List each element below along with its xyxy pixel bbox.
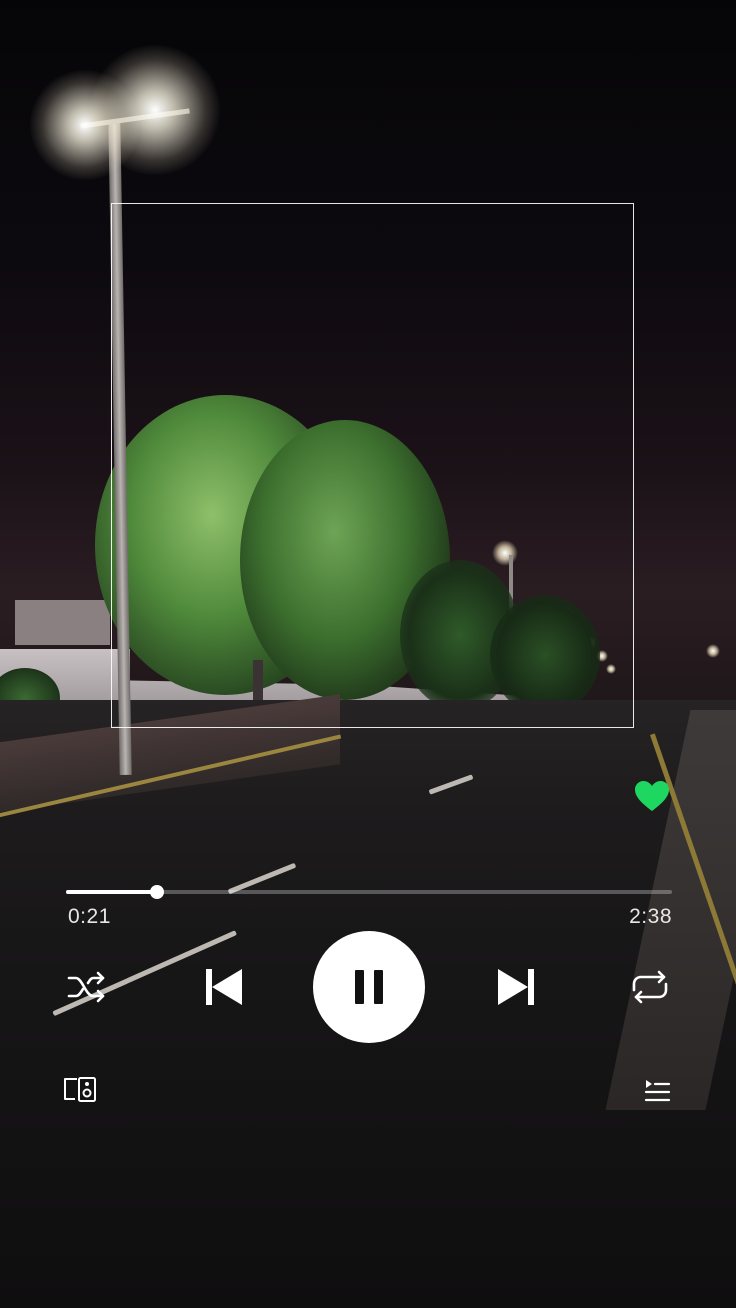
street-light bbox=[706, 644, 720, 658]
progress-thumb[interactable] bbox=[149, 885, 164, 899]
devices-icon bbox=[64, 1077, 96, 1102]
next-button[interactable] bbox=[496, 967, 536, 1007]
pause-icon bbox=[355, 970, 364, 1004]
progress-fill bbox=[66, 890, 157, 894]
repeat-button[interactable] bbox=[628, 968, 672, 1006]
skip-next-icon bbox=[498, 969, 534, 1005]
lamp-light bbox=[90, 45, 220, 175]
total-duration: 2:38 bbox=[629, 905, 672, 928]
repeat-icon bbox=[632, 970, 668, 1004]
previous-button[interactable] bbox=[204, 967, 244, 1007]
shuffle-icon bbox=[67, 971, 105, 1003]
progress-bar[interactable] bbox=[66, 885, 672, 899]
devices-button[interactable] bbox=[62, 1075, 98, 1105]
heart-icon bbox=[635, 781, 669, 811]
like-button[interactable] bbox=[634, 780, 670, 812]
elapsed-time: 0:21 bbox=[68, 905, 111, 928]
pause-icon-bar bbox=[374, 970, 383, 1004]
pause-button[interactable] bbox=[313, 931, 425, 1043]
queue-icon bbox=[644, 1080, 671, 1102]
skip-previous-icon bbox=[206, 969, 242, 1005]
queue-button[interactable] bbox=[642, 1077, 672, 1105]
building bbox=[15, 600, 110, 645]
shuffle-button[interactable] bbox=[66, 970, 108, 1004]
album-art-frame bbox=[111, 203, 634, 728]
